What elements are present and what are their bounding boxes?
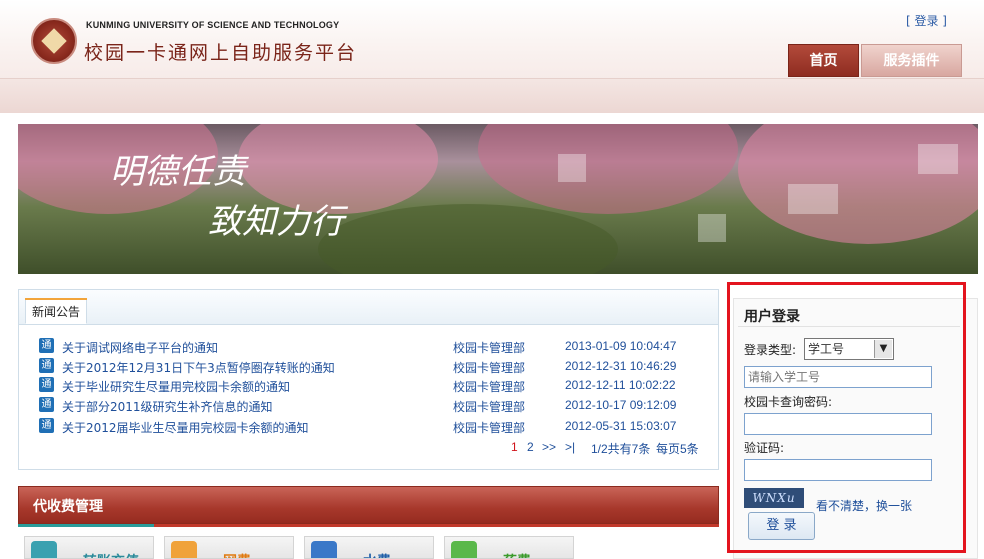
banner-calligraphy-motto-2: 致知力行: [208, 202, 344, 242]
news-dept: 校园卡管理部: [453, 341, 526, 355]
student-id-input[interactable]: [744, 366, 932, 388]
top-login-link[interactable]: [ 登录 ]: [906, 12, 947, 29]
water-fee-icon: [311, 541, 337, 558]
payment-item-label: 转账充值: [83, 551, 139, 558]
news-item-icon: 通: [39, 358, 54, 373]
network-fee-icon: [171, 541, 197, 558]
refresh-captcha-link[interactable]: 看不清楚，换一张: [816, 497, 912, 514]
pager-current-page: 1: [511, 440, 518, 454]
payment-item-label: 药费: [503, 551, 531, 558]
news-item-icon: 通: [39, 377, 54, 392]
captcha-image[interactable]: WNXu: [744, 488, 804, 508]
campus-banner: 明德任责 致知力行: [18, 124, 978, 274]
password-label: 校园卡查询密码:: [744, 395, 833, 409]
payment-item-label: 网费: [223, 551, 251, 558]
news-title-link[interactable]: 关于毕业研究生尽量用完校园卡余额的通知: [62, 378, 290, 395]
pager-last[interactable]: >|: [565, 440, 575, 454]
banner-grid-square: [788, 184, 838, 214]
news-date: 2012-05-31 15:03:07: [565, 419, 677, 433]
nav-tab-home[interactable]: 首页: [788, 44, 859, 77]
university-name-en: KUNMING UNIVERSITY OF SCIENCE AND TECHNO…: [86, 20, 340, 30]
news-date: 2012-12-31 10:46:29: [565, 359, 677, 373]
blossom-cluster: [738, 124, 978, 244]
news-dept: 校园卡管理部: [453, 421, 526, 435]
payment-item-network-fee[interactable]: 网费: [164, 536, 294, 559]
tree-shadow: [318, 204, 618, 274]
blossom-cluster: [478, 124, 738, 214]
login-type-value: 学工号: [808, 342, 845, 356]
pager-next[interactable]: >>: [542, 440, 556, 454]
pager-page-2[interactable]: 2: [527, 440, 534, 454]
captcha-label: 验证码:: [744, 441, 785, 455]
news-title-link[interactable]: 关于调试网络电子平台的通知: [62, 339, 218, 356]
password-input[interactable]: [744, 413, 932, 435]
news-dept: 校园卡管理部: [453, 380, 526, 394]
login-divider: [738, 326, 960, 327]
news-row[interactable]: 通 关于部分2011级研究生补齐信息的通知 校园卡管理部 2012-10-17 …: [19, 395, 718, 415]
news-row[interactable]: 通 关于毕业研究生尽量用完校园卡余额的通知 校园卡管理部 2012-12-11 …: [19, 375, 718, 395]
captcha-input[interactable]: [744, 459, 932, 481]
news-dept: 校园卡管理部: [453, 400, 526, 414]
banner-calligraphy-motto-1: 明德任责: [110, 152, 246, 192]
news-row[interactable]: 通 关于2012年12月31日下午3点暂停圈存转账的通知 校园卡管理部 2012…: [19, 356, 718, 376]
news-item-icon: 通: [39, 418, 54, 433]
news-date: 2012-12-11 10:02:22: [565, 378, 676, 392]
platform-title: 校园一卡通网上自助服务平台: [84, 42, 358, 64]
chevron-down-icon[interactable]: ▼: [874, 340, 892, 358]
login-type-label: 登录类型:: [744, 343, 797, 357]
news-panel: 新闻公告 通 关于调试网络电子平台的通知 校园卡管理部 2013-01-09 1…: [18, 289, 719, 470]
news-title-link[interactable]: 关于部分2011级研究生补齐信息的通知: [62, 398, 273, 415]
news-item-icon: 通: [39, 397, 54, 412]
payment-title: 代收费管理: [33, 499, 103, 515]
header-band: [0, 78, 984, 113]
payment-item-water-fee[interactable]: 水费: [304, 536, 434, 559]
news-dept: 校园卡管理部: [453, 361, 526, 375]
banner-grid-square: [558, 154, 586, 182]
news-tabbar: 新闻公告: [19, 290, 718, 325]
payment-header-bar: 代收费管理: [18, 486, 719, 524]
news-title-link[interactable]: 关于2012届毕业生尽量用完校园卡余额的通知: [62, 419, 309, 436]
payment-item-label: 水费: [363, 551, 391, 558]
payment-item-transfer[interactable]: 转账充值: [24, 536, 154, 559]
payment-item-medical-fee[interactable]: 药费: [444, 536, 574, 559]
news-date: 2013-01-09 10:04:47: [565, 339, 677, 353]
nav-tab-service-plugins[interactable]: 服务插件: [861, 44, 962, 77]
news-row[interactable]: 通 关于2012届毕业生尽量用完校园卡余额的通知 校园卡管理部 2012-05-…: [19, 416, 718, 436]
login-type-select[interactable]: 学工号 ▼: [804, 338, 894, 360]
login-title: 用户登录: [744, 309, 800, 325]
university-logo: [31, 18, 77, 64]
news-row[interactable]: 通 关于调试网络电子平台的通知 校园卡管理部 2013-01-09 10:04:…: [19, 336, 718, 356]
news-item-icon: 通: [39, 338, 54, 353]
medical-fee-icon: [451, 541, 477, 558]
transfer-icon: [31, 541, 57, 558]
pager-summary: 1/2共有7条: [591, 442, 651, 456]
login-button[interactable]: 登 录: [748, 512, 815, 540]
tab-news[interactable]: 新闻公告: [25, 298, 87, 324]
banner-grid-square: [698, 214, 726, 242]
news-title-link[interactable]: 关于2012年12月31日下午3点暂停圈存转账的通知: [62, 359, 335, 376]
pager-per-page: 每页5条: [656, 442, 699, 456]
banner-grid-square: [918, 144, 958, 174]
news-date: 2012-10-17 09:12:09: [565, 398, 677, 412]
payment-divider-accent: [18, 524, 154, 527]
